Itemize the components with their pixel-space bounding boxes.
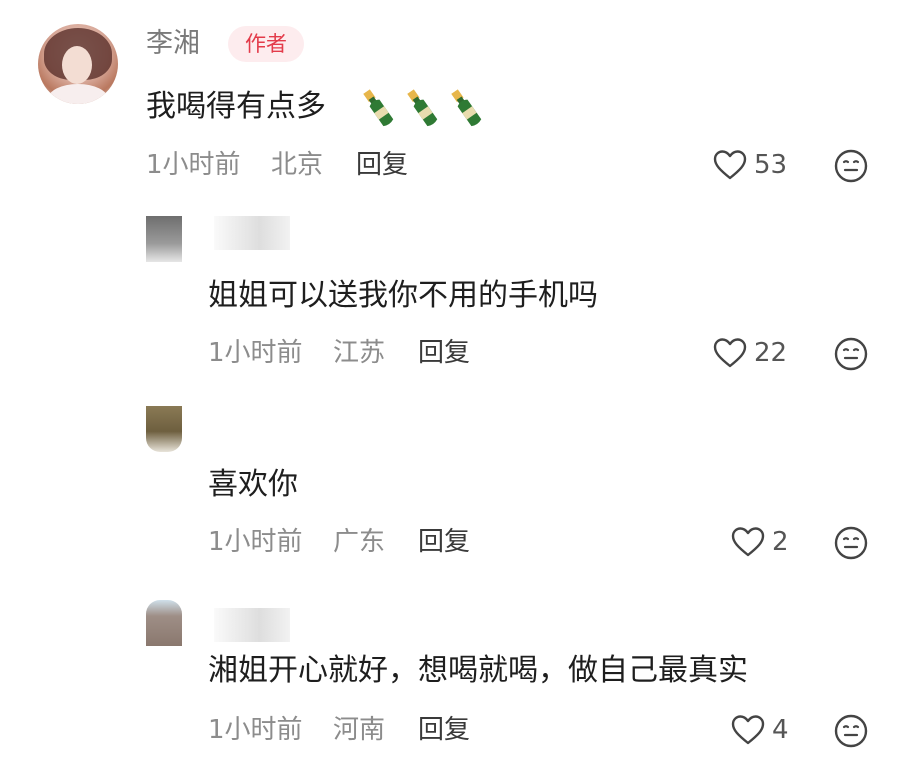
heart-icon <box>713 338 747 368</box>
emoji-reaction-icon[interactable] <box>833 525 869 561</box>
comment-location: 广东 <box>333 527 386 557</box>
emoji-reaction-icon[interactable] <box>833 336 869 372</box>
like-button[interactable]: 22 <box>712 333 787 373</box>
comment-emoji-group <box>360 86 484 130</box>
comment-location: 河南 <box>333 715 386 745</box>
comment-location: 江苏 <box>333 338 386 368</box>
emoji-reaction-icon[interactable] <box>833 713 869 749</box>
champagne-bottle-icon <box>451 89 482 127</box>
user-avatar[interactable] <box>146 600 182 646</box>
reply-button[interactable]: 回复 <box>418 333 470 373</box>
champagne-bottle-icon <box>363 89 394 127</box>
reply-comment-text: 喜欢你 <box>208 467 298 502</box>
like-button[interactable]: 53 <box>712 145 787 185</box>
heart-icon <box>713 150 747 180</box>
comment-time: 1小时前 <box>208 715 303 745</box>
reply-comment-text: 湘姐开心就好，想喝就喝，做自己最真实 <box>208 653 748 688</box>
comment-time: 1小时前 <box>208 338 303 368</box>
like-count: 4 <box>772 715 789 745</box>
user-name-blurred[interactable] <box>214 608 290 642</box>
user-avatar[interactable] <box>146 216 182 262</box>
user-name-blurred[interactable] <box>214 216 290 250</box>
like-button[interactable]: 4 <box>730 710 789 750</box>
heart-icon <box>731 527 765 557</box>
champagne-bottle-icon <box>407 89 438 127</box>
comment-time: 1小时前 <box>146 150 241 180</box>
comment-location: 北京 <box>271 150 324 180</box>
reply-button[interactable]: 回复 <box>418 522 470 562</box>
user-avatar[interactable] <box>146 406 182 452</box>
emoji-reaction-icon[interactable] <box>833 148 869 184</box>
reply-button[interactable]: 回复 <box>356 145 408 185</box>
heart-icon <box>731 715 765 745</box>
author-name[interactable]: 李湘 <box>146 24 200 64</box>
like-count: 2 <box>772 527 789 557</box>
like-button[interactable]: 2 <box>730 522 789 562</box>
author-badge: 作者 <box>228 26 304 62</box>
author-avatar[interactable] <box>38 24 118 104</box>
reply-button[interactable]: 回复 <box>418 710 470 750</box>
like-count: 53 <box>754 150 788 180</box>
comment-time: 1小时前 <box>208 527 303 557</box>
author-comment-text: 我喝得有点多 <box>146 89 326 124</box>
like-count: 22 <box>754 338 788 368</box>
reply-comment-text: 姐姐可以送我你不用的手机吗 <box>208 278 598 313</box>
